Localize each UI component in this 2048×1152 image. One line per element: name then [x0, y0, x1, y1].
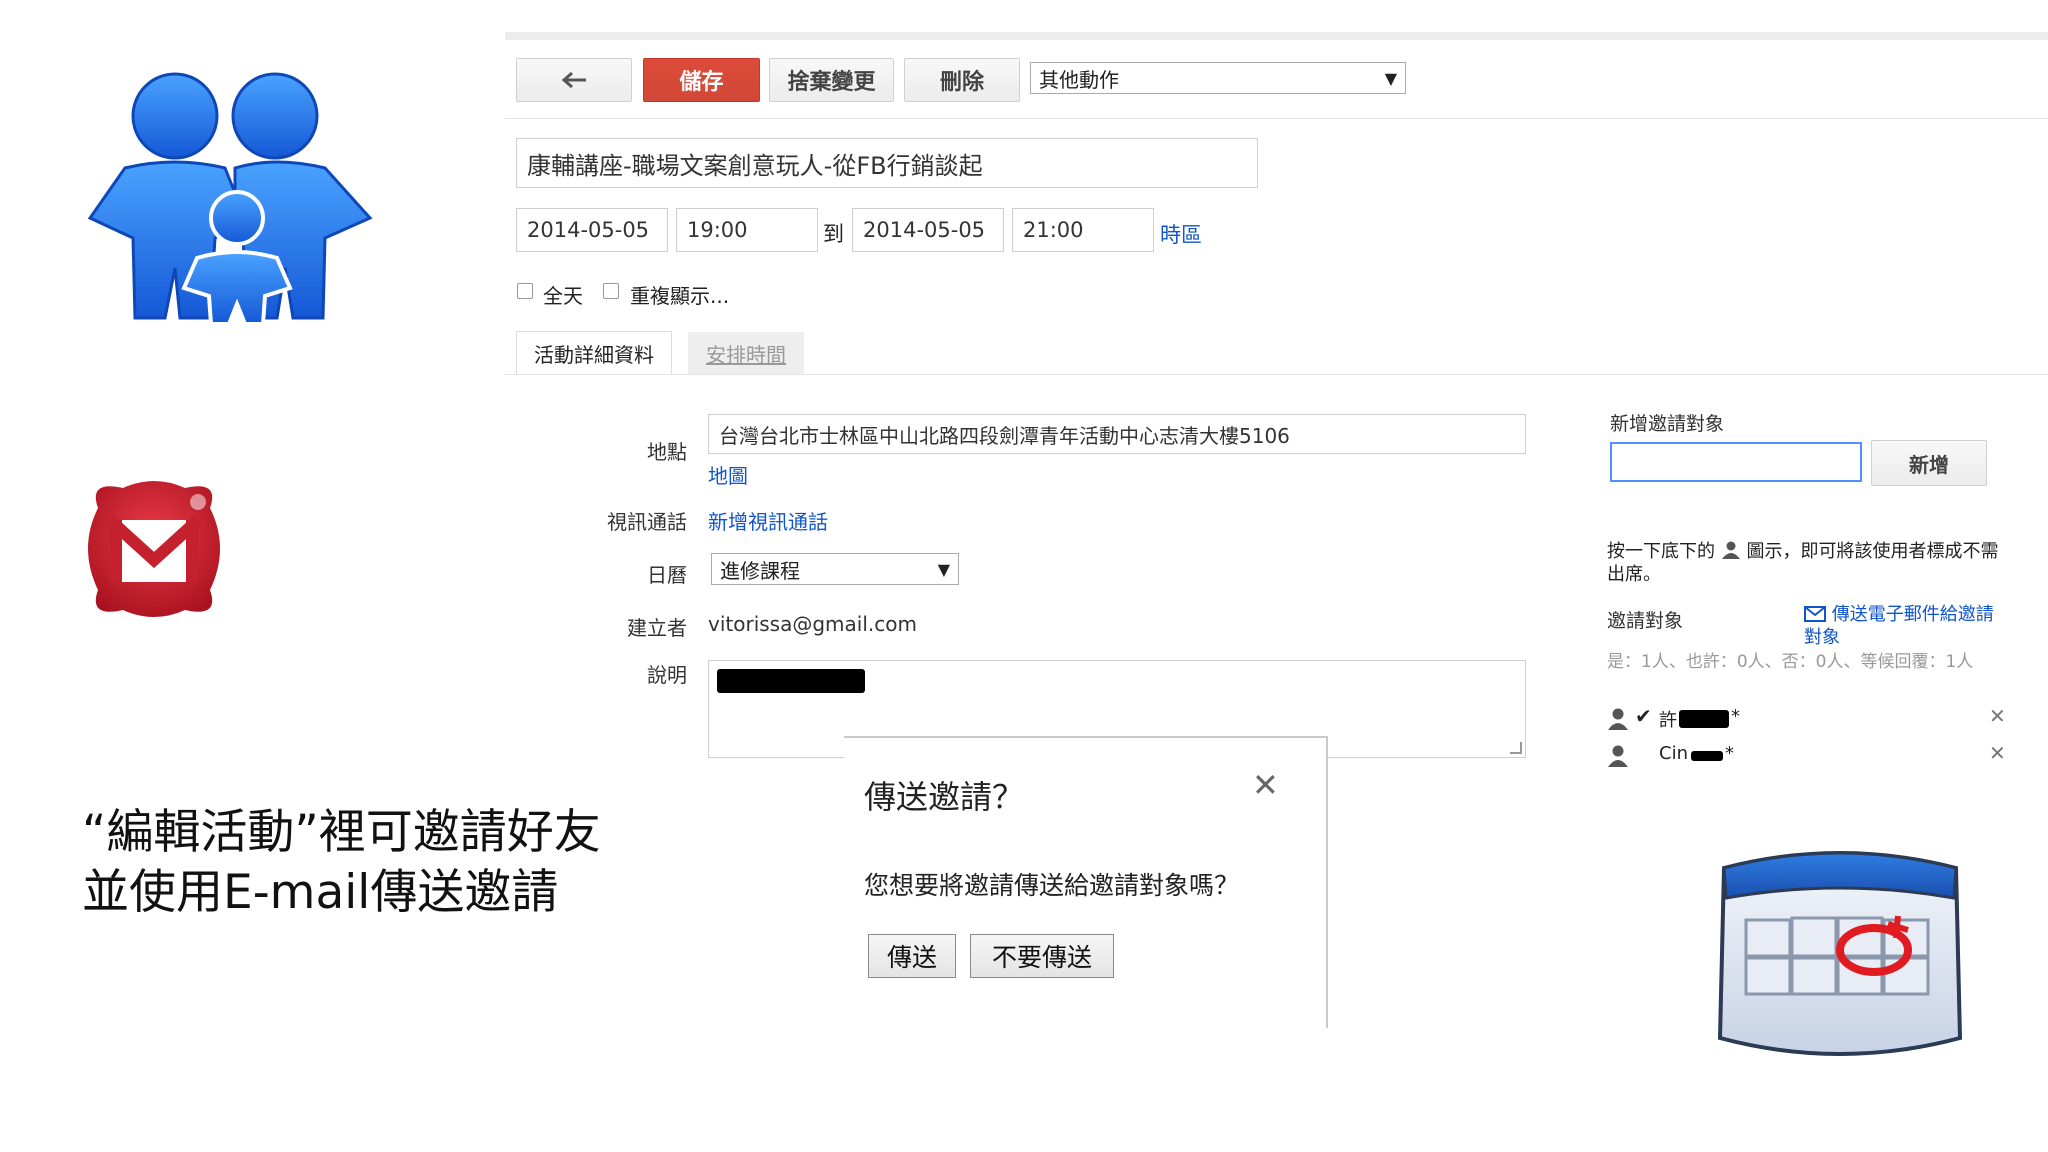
- add-guest-input[interactable]: [1610, 442, 1862, 482]
- start-date-input[interactable]: 2014-05-05: [516, 208, 668, 252]
- person-icon[interactable]: [1607, 745, 1629, 767]
- add-video-call-link[interactable]: 新增視訊通話: [708, 506, 828, 535]
- timezone-link[interactable]: 時區: [1160, 219, 1202, 249]
- repeat-checkbox[interactable]: [603, 283, 619, 299]
- add-guests-label: 新增邀請對象: [1610, 413, 1725, 435]
- email-guests-text: 傳送電子郵件給邀請對象: [1804, 604, 1994, 648]
- end-time-text: 21:00: [1023, 218, 1084, 242]
- envelope-icon: [1804, 606, 1826, 622]
- guest-hint: 按一下底下的 圖示，即可將該使用者標成不需出席。: [1607, 540, 2007, 586]
- guest-hint-text: 按一下底下的: [1607, 541, 1715, 562]
- arrow-back-icon: [561, 71, 586, 89]
- email-guests-link[interactable]: 傳送電子郵件給邀請對象: [1804, 603, 2008, 649]
- guest-suffix: *: [1731, 706, 1740, 727]
- tab-event-details[interactable]: 活動詳細資料: [516, 331, 672, 375]
- close-icon[interactable]: ✕: [1252, 766, 1279, 804]
- rsvp-summary: 是：1人、也許：0人、否：0人、等候回覆：1人: [1607, 652, 1974, 672]
- toolbar-top-strip: [505, 32, 2048, 40]
- description-label: 說明: [647, 663, 687, 687]
- checkmark-icon: ✔: [1635, 704, 1652, 728]
- delete-button[interactable]: 刪除: [904, 58, 1020, 102]
- guest-suffix: *: [1725, 743, 1734, 764]
- caption-line-2: 並使用E-mail傳送邀請: [82, 865, 559, 920]
- dropdown-arrow-icon: ▼: [937, 559, 950, 579]
- dialog-message: 您想要將邀請傳送給邀請對象嗎？: [864, 871, 1240, 900]
- back-button[interactable]: [516, 58, 632, 102]
- to-label: 到: [823, 222, 844, 246]
- send-button[interactable]: 傳送: [868, 934, 956, 978]
- mail-icon: [88, 481, 220, 617]
- more-actions-select[interactable]: 其他動作 ▼: [1030, 62, 1406, 94]
- person-icon: [1721, 541, 1740, 559]
- dialog-title: 傳送邀請？: [864, 778, 1025, 816]
- tabs-divider: [505, 374, 2048, 375]
- redacted-text: [717, 669, 865, 693]
- person-icon[interactable]: [1607, 708, 1629, 730]
- location-text: 台灣台北市士林區中山北路四段劍潭青年活動中心志清大樓5106: [719, 423, 1290, 448]
- event-title-text: 康輔講座-職場文案創意玩人-從FB行銷談起: [527, 151, 983, 180]
- all-day-checkbox[interactable]: [517, 283, 533, 299]
- calendar-label: 日曆: [647, 563, 687, 587]
- redacted-name: [1691, 751, 1723, 761]
- add-guest-button[interactable]: 新增: [1871, 440, 1987, 486]
- family-icon: [87, 72, 373, 326]
- remove-guest-icon[interactable]: ✕: [1989, 741, 2006, 765]
- discard-changes-button[interactable]: 捨棄變更: [769, 58, 894, 102]
- location-label: 地點: [647, 440, 687, 464]
- calendar-select[interactable]: 進修課程 ▼: [711, 553, 959, 585]
- calendar-icon: [1717, 851, 1963, 1056]
- caption: “編輯活動”裡可邀請好友 並使用E-mail傳送邀請: [82, 803, 601, 923]
- remove-guest-icon[interactable]: ✕: [1989, 704, 2006, 728]
- creator-value: vitorissa@gmail.com: [708, 612, 917, 636]
- event-title-input[interactable]: 康輔講座-職場文案創意玩人-從FB行銷談起: [516, 138, 1258, 188]
- resize-handle-icon[interactable]: [1510, 742, 1522, 754]
- guest-name: Cin: [1659, 743, 1688, 764]
- more-actions-label: 其他動作: [1039, 67, 1119, 92]
- toolbar-divider: [505, 118, 2048, 119]
- creator-label: 建立者: [627, 616, 687, 640]
- dropdown-arrow-icon: ▼: [1384, 68, 1397, 88]
- send-invitations-dialog: 傳送邀請？ ✕ 您想要將邀請傳送給邀請對象嗎？ 傳送 不要傳送: [844, 736, 1328, 1028]
- video-call-label: 視訊通話: [607, 510, 687, 534]
- guests-label: 邀請對象: [1607, 610, 1684, 632]
- start-time-text: 19:00: [687, 218, 748, 242]
- guest-row: ✔ 許 * ✕: [1607, 704, 2007, 734]
- caption-line-1: “編輯活動”裡可邀請好友: [82, 805, 601, 860]
- start-date-text: 2014-05-05: [527, 218, 650, 242]
- save-button[interactable]: 儲存: [643, 58, 760, 102]
- location-input[interactable]: 台灣台北市士林區中山北路四段劍潭青年活動中心志清大樓5106: [708, 414, 1526, 454]
- guest-name: 許: [1659, 710, 1677, 731]
- tab-find-a-time[interactable]: 安排時間: [688, 332, 804, 374]
- map-link[interactable]: 地圖: [708, 460, 748, 489]
- redacted-name: [1679, 710, 1729, 728]
- calendar-select-value: 進修課程: [720, 558, 800, 583]
- end-time-input[interactable]: 21:00: [1012, 208, 1154, 252]
- end-date-input[interactable]: 2014-05-05: [852, 208, 1004, 252]
- repeat-label: 重複顯示...: [630, 284, 730, 308]
- dont-send-button[interactable]: 不要傳送: [970, 934, 1114, 978]
- all-day-label: 全天: [543, 284, 583, 308]
- end-date-text: 2014-05-05: [863, 218, 986, 242]
- guest-row: Cin * ✕: [1607, 741, 2007, 771]
- start-time-input[interactable]: 19:00: [676, 208, 818, 252]
